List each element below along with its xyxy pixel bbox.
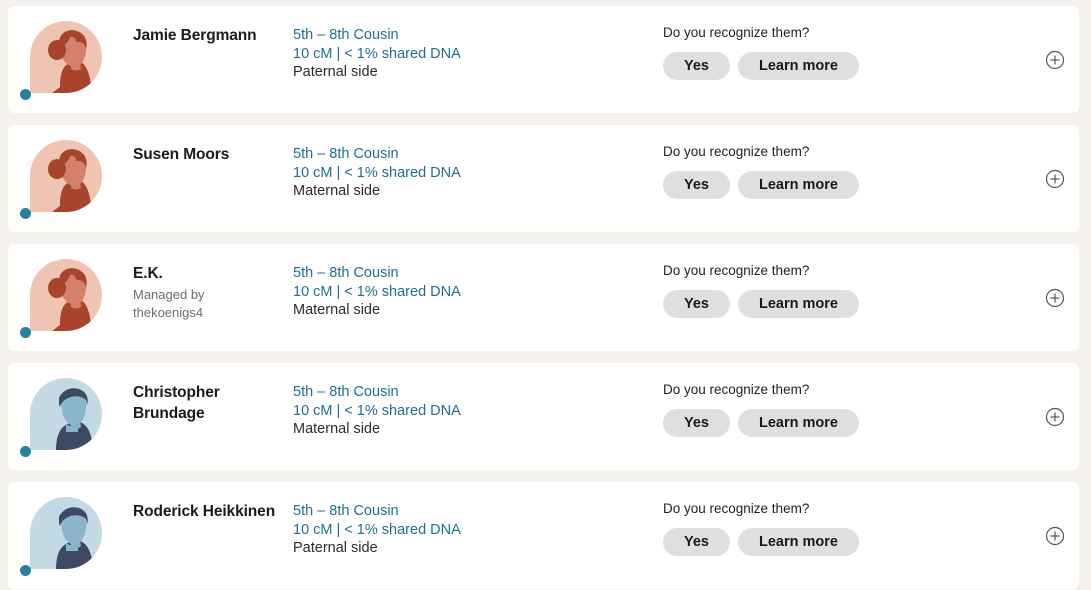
recognize-prompt: Do you recognize them? [663, 382, 810, 397]
yes-button[interactable]: Yes [663, 171, 730, 199]
learn-more-button[interactable]: Learn more [738, 528, 859, 556]
yes-button[interactable]: Yes [663, 409, 730, 437]
relationship-estimate[interactable]: 5th – 8th Cousin [293, 502, 653, 521]
button-row: Yes Learn more [663, 409, 859, 437]
person-name[interactable]: Christopher Brundage [133, 382, 293, 424]
match-card[interactable]: Christopher Brundage 5th – 8th Cousin 10 c… [8, 363, 1079, 470]
plus-circle-icon[interactable] [1045, 169, 1065, 189]
online-status-dot [20, 564, 31, 576]
managed-by-label: Managed by [133, 287, 205, 302]
dna-match-list: Jamie Bergmann 5th – 8th Cousin 10 cM | < … [0, 0, 1091, 589]
match-card[interactable]: Jamie Bergmann 5th – 8th Cousin 10 cM | < … [8, 6, 1079, 113]
recognize-prompt: Do you recognize them? [663, 25, 810, 40]
action-column: Do you recognize them? Yes Learn more [653, 244, 1079, 318]
yes-button[interactable]: Yes [663, 290, 730, 318]
shared-dna-amount[interactable]: 10 cM | < 1% shared DNA [293, 521, 653, 540]
person-name[interactable]: Roderick Heikkinen [133, 501, 293, 522]
relationship-column: 5th – 8th Cousin 10 cM | < 1% shared DNA P… [293, 482, 653, 558]
recognize-prompt: Do you recognize them? [663, 501, 810, 516]
person-name[interactable]: Susen Moors [133, 144, 293, 165]
plus-circle-icon[interactable] [1045, 407, 1065, 427]
name-column: E.K. Managed by thekoenigs4 [133, 244, 293, 322]
relationship-column: 5th – 8th Cousin 10 cM | < 1% shared DNA M… [293, 363, 653, 439]
avatar-wrapper [20, 494, 104, 578]
plus-circle-icon[interactable] [1045, 526, 1065, 546]
recognize-prompt: Do you recognize them? [663, 144, 810, 159]
plus-circle-icon[interactable] [1045, 288, 1065, 308]
button-row: Yes Learn more [663, 171, 859, 199]
name-column: Roderick Heikkinen [133, 482, 293, 522]
learn-more-button[interactable]: Learn more [738, 52, 859, 80]
avatar[interactable] [30, 496, 102, 569]
relationship-column: 5th – 8th Cousin 10 cM | < 1% shared DNA P… [293, 6, 653, 82]
managed-by-username: thekoenigs4 [133, 305, 204, 320]
relationship-estimate[interactable]: 5th – 8th Cousin [293, 145, 653, 164]
shared-dna-amount[interactable]: 10 cM | < 1% shared DNA [293, 45, 653, 64]
person-name[interactable]: Jamie Bergmann [133, 25, 293, 46]
online-status-dot [20, 88, 31, 100]
avatar-wrapper [20, 137, 104, 221]
parental-side: Maternal side [293, 421, 381, 437]
learn-more-button[interactable]: Learn more [738, 171, 859, 199]
match-card[interactable]: E.K. Managed by thekoenigs4 5th – 8th Cousi… [8, 244, 1079, 351]
avatar[interactable] [30, 139, 102, 212]
action-column: Do you recognize them? Yes Learn more [653, 6, 1079, 80]
parental-side: Paternal side [293, 64, 378, 80]
name-column: Susen Moors [133, 125, 293, 165]
avatar-wrapper [20, 375, 104, 459]
button-row: Yes Learn more [663, 52, 859, 80]
name-column: Jamie Bergmann [133, 6, 293, 46]
avatar-wrapper [20, 256, 104, 340]
person-name[interactable]: E.K. [133, 263, 293, 284]
avatar[interactable] [30, 20, 102, 93]
recognize-prompt: Do you recognize them? [663, 263, 810, 278]
relationship-estimate[interactable]: 5th – 8th Cousin [293, 26, 653, 45]
match-card[interactable]: Susen Moors 5th – 8th Cousin 10 cM | < 1% … [8, 125, 1079, 232]
parental-side: Paternal side [293, 540, 378, 556]
action-column: Do you recognize them? Yes Learn more [653, 125, 1079, 199]
action-column: Do you recognize them? Yes Learn more [653, 363, 1079, 437]
shared-dna-amount[interactable]: 10 cM | < 1% shared DNA [293, 164, 653, 183]
name-column: Christopher Brundage [133, 363, 293, 424]
shared-dna-amount[interactable]: 10 cM | < 1% shared DNA [293, 402, 653, 421]
avatar-wrapper [20, 18, 104, 102]
button-row: Yes Learn more [663, 290, 859, 318]
button-row: Yes Learn more [663, 528, 859, 556]
shared-dna-amount[interactable]: 10 cM | < 1% shared DNA [293, 283, 653, 302]
parental-side: Maternal side [293, 183, 381, 199]
avatar[interactable] [30, 258, 102, 331]
learn-more-button[interactable]: Learn more [738, 409, 859, 437]
learn-more-button[interactable]: Learn more [738, 290, 859, 318]
match-card[interactable]: Roderick Heikkinen 5th – 8th Cousin 10 cM … [8, 482, 1079, 589]
relationship-column: 5th – 8th Cousin 10 cM | < 1% shared DNA M… [293, 244, 653, 320]
yes-button[interactable]: Yes [663, 528, 730, 556]
plus-circle-icon[interactable] [1045, 50, 1065, 70]
avatar[interactable] [30, 377, 102, 450]
yes-button[interactable]: Yes [663, 52, 730, 80]
parental-side: Maternal side [293, 302, 381, 318]
online-status-dot [20, 207, 31, 219]
relationship-estimate[interactable]: 5th – 8th Cousin [293, 264, 653, 283]
relationship-column: 5th – 8th Cousin 10 cM | < 1% shared DNA M… [293, 125, 653, 201]
action-column: Do you recognize them? Yes Learn more [653, 482, 1079, 556]
online-status-dot [20, 445, 31, 457]
relationship-estimate[interactable]: 5th – 8th Cousin [293, 383, 653, 402]
online-status-dot [20, 326, 31, 338]
